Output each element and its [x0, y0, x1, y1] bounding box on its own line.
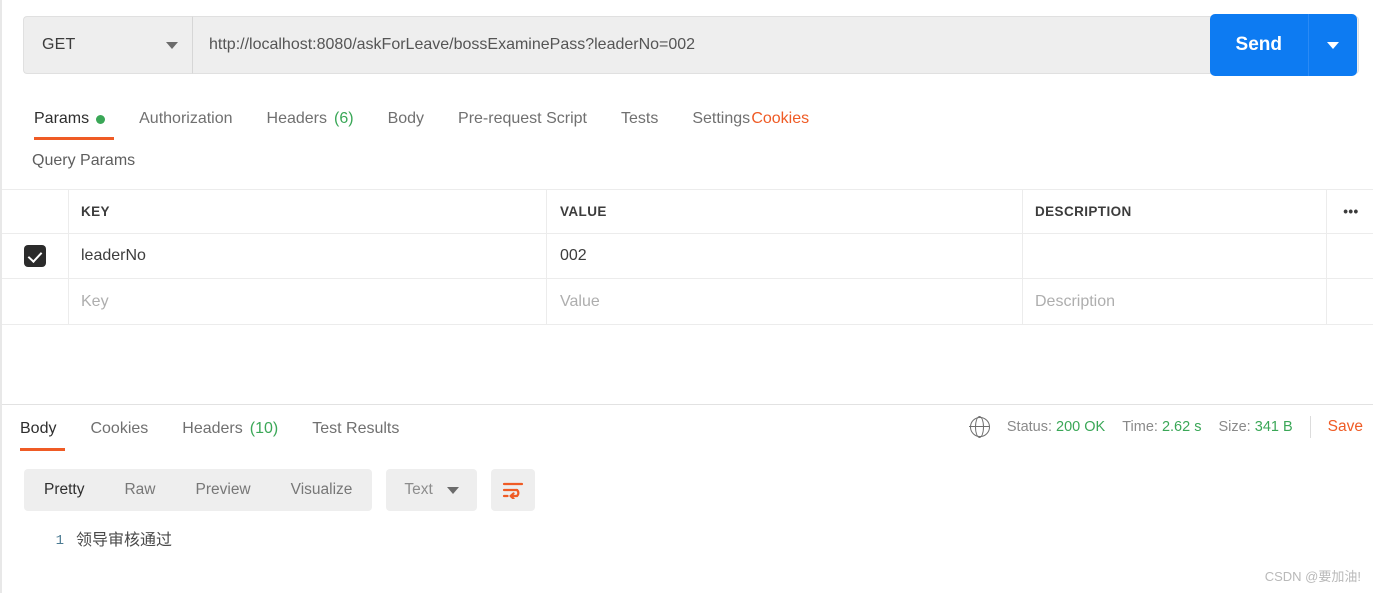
response-tab-cookies-label: Cookies	[90, 420, 149, 437]
time-group: Time: 2.62 s	[1122, 419, 1201, 435]
response-status-bar: Status: 200 OK Time: 2.62 s Size: 341 B …	[969, 409, 1373, 445]
word-wrap-button[interactable]	[490, 469, 535, 511]
bulk-edit-button[interactable]: •••	[1327, 190, 1373, 233]
row-value-input[interactable]: 002	[547, 234, 1023, 278]
status-group: Status: 200 OK	[1007, 419, 1105, 435]
view-mode-preview[interactable]: Preview	[176, 469, 271, 511]
tab-body-label: Body	[387, 110, 425, 127]
row-actions	[1327, 234, 1373, 278]
params-modified-dot-icon	[96, 114, 106, 124]
tab-authorization-label: Authorization	[139, 110, 233, 127]
send-button-group: Send	[1209, 14, 1357, 76]
row-checkbox-cell	[2, 234, 69, 278]
status-value: 200 OK	[1056, 419, 1106, 435]
header-cell-description: DESCRIPTION	[1023, 190, 1327, 233]
table-header-row: KEY VALUE DESCRIPTION •••	[2, 190, 1373, 234]
header-cell-value: VALUE	[547, 190, 1023, 233]
chevron-down-icon	[446, 486, 459, 494]
view-mode-pretty[interactable]: Pretty	[24, 469, 104, 511]
http-method-select[interactable]: GET	[23, 16, 193, 74]
response-tab-headers[interactable]: Headers (10)	[165, 407, 295, 451]
request-tabs: Params Authorization Headers (6) Body Pr…	[2, 96, 1373, 140]
size-group: Size: 341 B	[1218, 419, 1292, 435]
http-method-label: GET	[42, 36, 76, 53]
tab-tests-label: Tests	[620, 110, 659, 127]
query-params-table: KEY VALUE DESCRIPTION ••• leaderNo 002 K…	[2, 189, 1373, 325]
response-body-toolbar: Pretty Raw Preview Visualize Text	[24, 469, 535, 511]
globe-icon[interactable]	[969, 416, 990, 439]
response-body-content: 领导审核通过	[76, 528, 172, 593]
request-url-bar: GET http://localhost:8080/askForLeave/bo…	[23, 16, 1359, 74]
view-mode-raw[interactable]: Raw	[104, 469, 175, 511]
tab-body[interactable]: Body	[371, 98, 441, 140]
view-mode-visualize[interactable]: Visualize	[271, 469, 373, 511]
tab-pre-request-script[interactable]: Pre-request Script	[441, 98, 604, 140]
status-divider	[1309, 416, 1311, 438]
time-label: Time:	[1122, 419, 1158, 435]
response-tab-body-label: Body	[20, 420, 57, 437]
size-label: Size:	[1218, 419, 1251, 435]
send-button[interactable]: Send	[1210, 14, 1309, 76]
new-row-description-input[interactable]: Description	[1023, 279, 1327, 324]
tab-params-label: Params	[34, 110, 90, 127]
tab-headers[interactable]: Headers (6)	[250, 98, 371, 140]
response-tab-test-results[interactable]: Test Results	[295, 407, 416, 451]
param-enabled-checkbox[interactable]	[24, 245, 46, 267]
tab-tests[interactable]: Tests	[604, 98, 675, 140]
response-tab-cookies[interactable]: Cookies	[73, 407, 165, 451]
query-params-title: Query Params	[32, 152, 136, 169]
send-options-button[interactable]	[1309, 14, 1357, 76]
word-wrap-icon	[502, 482, 523, 499]
tab-headers-count: (6)	[334, 110, 354, 127]
new-row-checkbox-cell	[2, 279, 69, 324]
response-tab-headers-count: (10)	[249, 420, 279, 437]
chevron-down-icon	[1327, 41, 1339, 49]
table-row: leaderNo 002	[2, 234, 1373, 279]
line-number-gutter: 1	[2, 528, 76, 593]
tab-authorization[interactable]: Authorization	[122, 98, 249, 140]
tab-headers-label: Headers	[266, 110, 327, 127]
tab-pre-request-script-label: Pre-request Script	[458, 110, 587, 127]
tab-params[interactable]: Params	[28, 98, 122, 140]
row-key-input[interactable]: leaderNo	[69, 234, 547, 278]
table-row-new: Key Value Description	[2, 279, 1373, 324]
response-format-label: Text	[404, 481, 433, 498]
chevron-down-icon	[166, 41, 178, 49]
postman-window: GET http://localhost:8080/askForLeave/bo…	[0, 0, 1373, 593]
new-row-key-input[interactable]: Key	[69, 279, 547, 324]
new-row-actions	[1327, 279, 1373, 324]
tab-settings[interactable]: Settings Cookies	[675, 98, 809, 140]
row-description-input[interactable]	[1023, 234, 1327, 278]
response-format-select[interactable]: Text	[386, 469, 477, 511]
watermark: CSDN @要加油!	[1264, 569, 1361, 584]
new-row-value-input[interactable]: Value	[547, 279, 1023, 324]
status-label: Status:	[1006, 419, 1053, 435]
time-value: 2.62 s	[1161, 419, 1202, 435]
response-view-mode-group: Pretty Raw Preview Visualize	[24, 469, 373, 511]
response-tab-headers-label: Headers	[182, 420, 243, 437]
code-line: 领导审核通过	[76, 532, 173, 549]
response-body-viewer[interactable]: 1 领导审核通过	[2, 522, 1373, 593]
request-url-input[interactable]: http://localhost:8080/askForLeave/bossEx…	[193, 16, 1359, 74]
line-number: 1	[55, 533, 64, 549]
header-cell-checkbox	[2, 190, 69, 233]
header-cell-key: KEY	[69, 190, 547, 233]
response-tab-body[interactable]: Body	[14, 407, 73, 451]
size-value: 341 B	[1254, 419, 1293, 435]
save-response-button[interactable]: Save	[1328, 418, 1363, 436]
tab-settings-label: Settings	[692, 110, 751, 127]
response-tab-test-results-label: Test Results	[312, 420, 400, 437]
cookies-link[interactable]: Cookies	[751, 98, 809, 140]
